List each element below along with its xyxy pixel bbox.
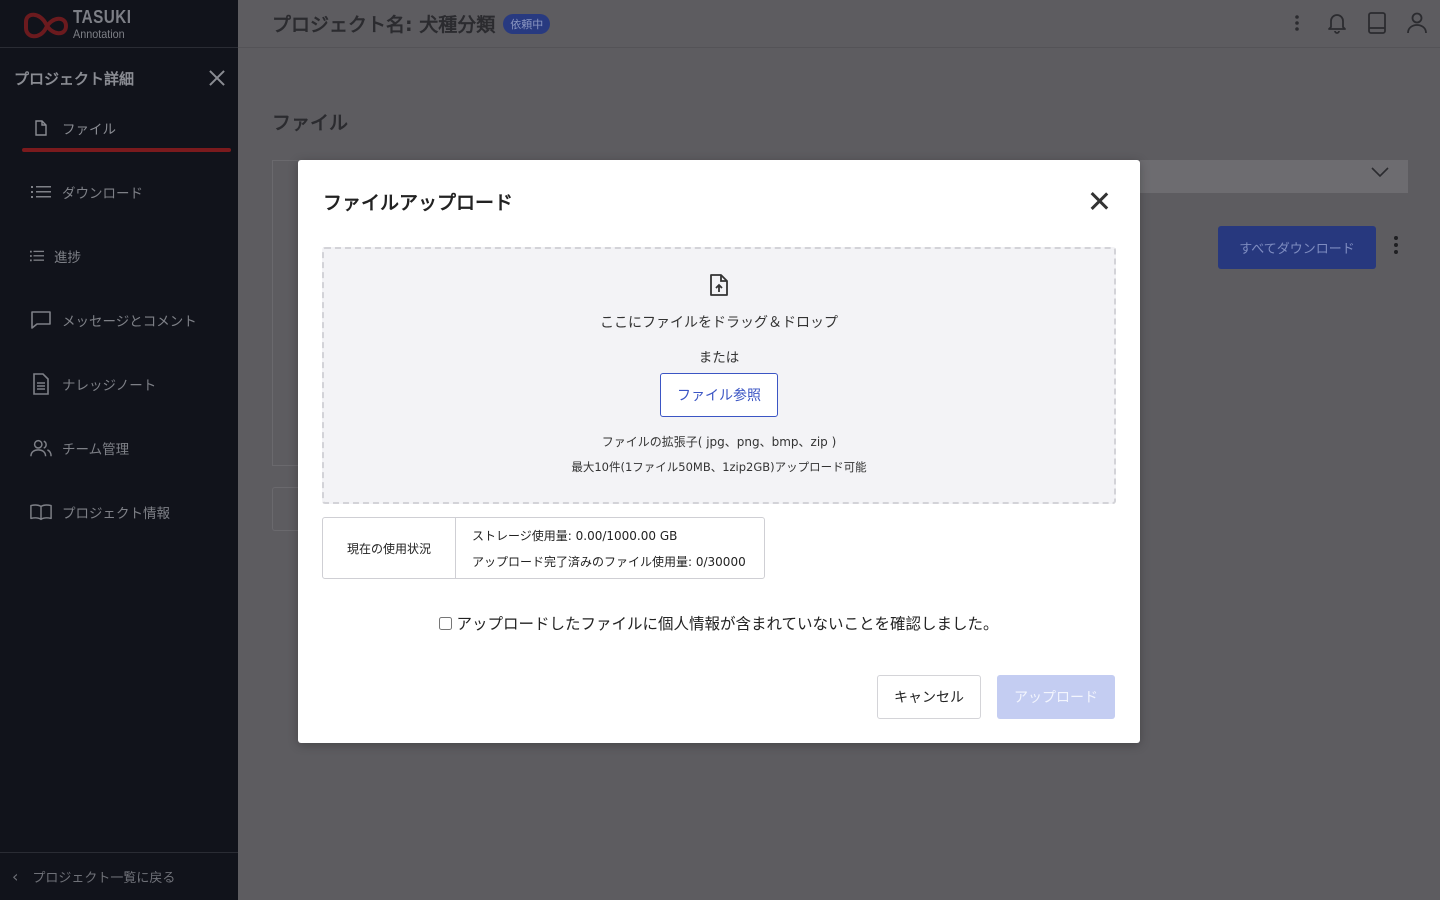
- privacy-confirmation[interactable]: アップロードしたファイルに個人情報が含まれていないことを確認しました。: [298, 612, 1140, 634]
- sidebar-item-knowledge[interactable]: ナレッジノート: [30, 373, 156, 395]
- bell-icon[interactable]: [1322, 8, 1352, 38]
- user-icon[interactable]: [1402, 8, 1432, 38]
- document-icon: [30, 373, 52, 395]
- file-usage: アップロード完了済みのファイル使用量: 0/30000: [472, 554, 746, 569]
- upload-limit: 最大10件(1ファイル50MB、1zip2GB)アップロード可能: [571, 460, 867, 474]
- drop-instruction: ここにファイルをドラッグ＆ドロップ: [600, 315, 838, 331]
- section-title: ファイル: [272, 112, 349, 134]
- filter-bar[interactable]: [1140, 160, 1408, 193]
- book-icon[interactable]: [1362, 8, 1392, 38]
- browse-files-button[interactable]: ファイル参照: [660, 373, 778, 417]
- page-title: プロジェクト名: 犬種分類: [272, 14, 496, 36]
- logo[interactable]: TASUKI Annotation: [0, 0, 238, 48]
- cancel-button[interactable]: キャンセル: [877, 675, 981, 719]
- sidebar-item-label: ファイル: [62, 122, 116, 138]
- sidebar-item-team[interactable]: チーム管理: [30, 437, 129, 459]
- dialog-title: ファイルアップロード: [323, 192, 514, 214]
- sidebar-item-messages[interactable]: メッセージとコメント: [30, 309, 197, 331]
- sidebar-item-label: メッセージとコメント: [62, 314, 197, 330]
- or-label: または: [698, 350, 740, 366]
- back-label: プロジェクト一覧に戻る: [32, 871, 176, 886]
- privacy-confirmation-label: アップロードしたファイルに個人情報が含まれていないことを確認しました。: [456, 615, 999, 633]
- sidebar-item-label: 進捗: [54, 250, 81, 266]
- status-badge: 依頼中: [503, 13, 551, 34]
- team-icon: [30, 437, 52, 459]
- sidebar-header: プロジェクト詳細: [14, 66, 226, 90]
- more-vertical-icon[interactable]: [1388, 236, 1404, 260]
- sidebar-item-file[interactable]: ファイル: [30, 117, 116, 139]
- chat-bubble-icon: [30, 309, 52, 331]
- sidebar-item-download[interactable]: ダウンロード: [30, 181, 143, 203]
- sidebar-item-progress[interactable]: 進捗: [30, 245, 81, 267]
- usage-table: 現在の使用状況 ストレージ使用量: 0.00/1000.00 GB アップロード…: [322, 517, 765, 579]
- sidebar-item-label: ダウンロード: [62, 186, 143, 202]
- file-drop-zone[interactable]: ここにファイルをドラッグ＆ドロップ または ファイル参照 ファイルの拡張子( j…: [322, 247, 1116, 504]
- sidebar-title: プロジェクト詳細: [14, 69, 135, 88]
- list-icon: [30, 181, 52, 203]
- usage-label: 現在の使用状況: [323, 518, 456, 578]
- sidebar-item-label: プロジェクト情報: [62, 506, 170, 522]
- book-icon: [30, 501, 52, 523]
- sidebar: TASUKI Annotation プロジェクト詳細 ファイル ダウンロード 進…: [0, 0, 238, 900]
- sidebar-item-project-info[interactable]: プロジェクト情報: [30, 501, 170, 523]
- upload-button[interactable]: アップロード: [997, 675, 1115, 719]
- storage-usage: ストレージ使用量: 0.00/1000.00 GB: [472, 528, 678, 543]
- active-tab-indicator: [22, 148, 231, 152]
- logo-name: TASUKI: [73, 7, 132, 27]
- file-icon: [30, 117, 52, 139]
- allowed-extensions: ファイルの拡張子( jpg、png、bmp、zip ): [601, 435, 837, 449]
- upload-dialog: ファイルアップロード ここにファイルをドラッグ＆ドロップ または ファイル参照 …: [298, 160, 1140, 743]
- logo-icon: [24, 12, 69, 39]
- more-vertical-icon[interactable]: [1282, 8, 1312, 38]
- close-icon[interactable]: [208, 69, 226, 87]
- list-icon: [30, 245, 44, 267]
- file-upload-icon: [710, 274, 728, 296]
- back-to-projects-link[interactable]: ‹ プロジェクト一覧に戻る: [0, 852, 238, 900]
- logo-sub: Annotation: [73, 27, 125, 41]
- privacy-checkbox[interactable]: [439, 616, 453, 630]
- header: プロジェクト名: 犬種分類 依頼中: [238, 0, 1440, 48]
- sidebar-item-label: チーム管理: [62, 442, 130, 458]
- sidebar-item-label: ナレッジノート: [62, 378, 157, 394]
- download-all-button[interactable]: すべてダウンロード: [1218, 226, 1376, 269]
- chevron-left-icon: ‹: [12, 867, 19, 886]
- chevron-down-icon[interactable]: [1370, 164, 1390, 180]
- close-icon[interactable]: [1088, 190, 1110, 212]
